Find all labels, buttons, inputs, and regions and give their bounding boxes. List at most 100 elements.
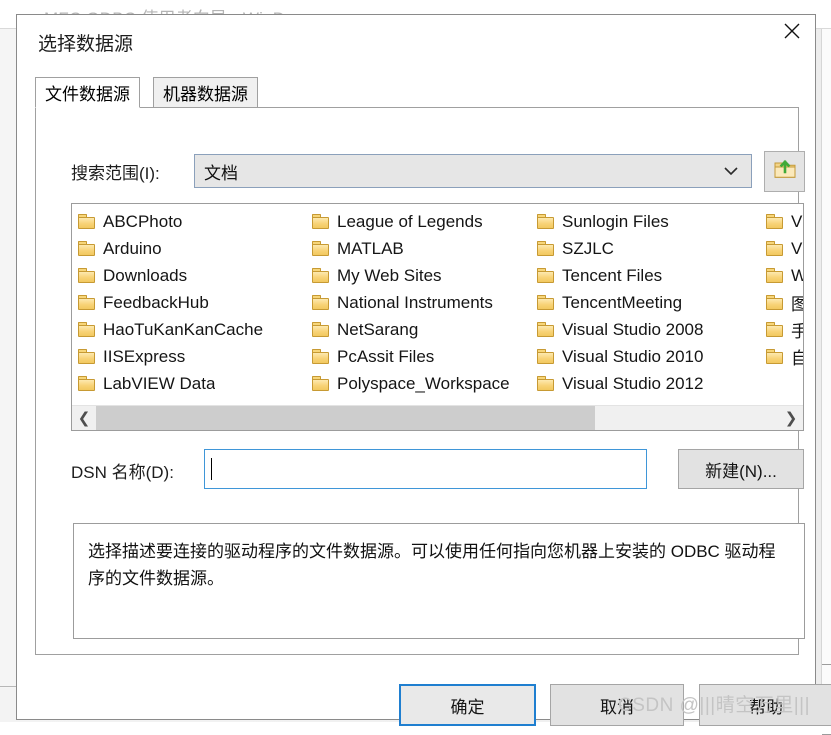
scrollbar-track[interactable] xyxy=(96,406,779,430)
tab-strip: 文件数据源 机器数据源 xyxy=(35,77,799,109)
list-item-label: MATLAB xyxy=(337,238,404,258)
cancel-button[interactable]: 取消 xyxy=(550,684,684,726)
folder-icon xyxy=(537,241,554,256)
folder-icon xyxy=(537,349,554,364)
list-item[interactable]: SZJLC xyxy=(537,235,760,262)
folder-icon xyxy=(312,268,329,283)
list-item[interactable]: 自定 xyxy=(766,343,803,370)
dsn-name-input[interactable] xyxy=(204,449,647,489)
list-item-label: NetSarang xyxy=(337,319,419,339)
dialog-title: 选择数据源 xyxy=(38,34,134,55)
tab-label: 机器数据源 xyxy=(163,85,248,104)
folder-up-icon-button[interactable] xyxy=(764,151,805,192)
list-item-label: Visu xyxy=(791,211,803,231)
list-item[interactable]: PcAssit Files xyxy=(312,343,531,370)
list-item[interactable]: My Web Sites xyxy=(312,262,531,289)
chevron-right-icon[interactable]: ❯ xyxy=(779,406,803,430)
folder-icon xyxy=(537,322,554,337)
list-item-label: Visual Studio 2008 xyxy=(562,319,704,339)
folder-icon xyxy=(537,295,554,310)
list-item[interactable]: Arduino xyxy=(78,235,306,262)
folder-icon xyxy=(766,268,783,283)
list-item[interactable]: League of Legends xyxy=(312,208,531,235)
list-item-label: Downloads xyxy=(103,265,188,285)
folder-icon xyxy=(537,214,554,229)
folder-icon xyxy=(78,322,95,337)
list-item-label: IISExpress xyxy=(103,346,186,366)
list-item[interactable]: Downloads xyxy=(78,262,306,289)
list-item[interactable]: Polyspace_Workspace xyxy=(312,370,531,397)
list-item-label: 图形 xyxy=(791,290,803,315)
list-item[interactable]: MATLAB xyxy=(312,235,531,262)
folder-icon xyxy=(78,241,95,256)
new-button-label: 新建(N)... xyxy=(705,461,777,481)
list-item-label: Polyspace_Workspace xyxy=(337,373,510,393)
help-button-label: 帮助 xyxy=(749,697,783,717)
dialog-titlebar: 选择数据源 xyxy=(17,15,815,65)
tab-label: 文件数据源 xyxy=(45,85,130,104)
list-item[interactable]: LabVIEW Data xyxy=(78,370,306,397)
list-item-label: Visual Studio 2010 xyxy=(562,346,704,366)
list-item-label: Arduino xyxy=(103,238,162,258)
list-item[interactable]: National Instruments xyxy=(312,289,531,316)
folder-icon xyxy=(78,214,95,229)
list-item[interactable]: 图形 xyxy=(766,289,803,316)
list-item[interactable]: Visual Studio 2012 xyxy=(537,370,760,397)
folder-icon xyxy=(766,322,783,337)
list-item[interactable]: HaoTuKanKanCache xyxy=(78,316,306,343)
folder-icon xyxy=(78,295,95,310)
list-item[interactable]: Win xyxy=(766,262,803,289)
folder-icon xyxy=(766,349,783,364)
folder-icon xyxy=(537,268,554,283)
description-text: 选择描述要连接的驱动程序的文件数据源。可以使用任何指向您机器上安装的 ODBC … xyxy=(88,542,776,589)
list-item-label: League of Legends xyxy=(337,211,483,231)
list-item[interactable]: 手机 xyxy=(766,316,803,343)
list-item[interactable]: Visual Studio 2010 xyxy=(537,343,760,370)
list-item[interactable]: Visual Studio 2008 xyxy=(537,316,760,343)
list-item-label: Win xyxy=(791,266,803,286)
list-item-label: Tencent Files xyxy=(562,265,663,285)
ok-button-label: 确定 xyxy=(450,697,485,717)
look-in-value: 文档 xyxy=(204,163,238,183)
folder-icon xyxy=(312,376,329,391)
list-item-label: PcAssit Files xyxy=(337,346,435,366)
scrollbar-thumb[interactable] xyxy=(96,406,595,430)
horizontal-scrollbar[interactable]: ❮ ❯ xyxy=(72,405,803,430)
list-item[interactable]: IISExpress xyxy=(78,343,306,370)
folder-icon xyxy=(78,268,95,283)
tab-machine-data-source[interactable]: 机器数据源 xyxy=(153,77,258,108)
list-item[interactable]: ABCPhoto xyxy=(78,208,306,235)
list-item-label: My Web Sites xyxy=(337,265,442,285)
ok-button[interactable]: 确定 xyxy=(399,684,536,726)
tab-file-data-source[interactable]: 文件数据源 xyxy=(35,77,140,108)
list-item[interactable]: FeedbackHub xyxy=(78,289,306,316)
list-item[interactable]: Tencent Files xyxy=(537,262,760,289)
folder-icon xyxy=(312,214,329,229)
list-item[interactable]: Visu xyxy=(766,208,803,235)
list-item-label: HaoTuKanKanCache xyxy=(103,319,264,339)
file-list-column: Sunlogin Files SZJLC Tencent Files Tence… xyxy=(531,208,760,400)
folder-icon xyxy=(766,214,783,229)
list-item[interactable]: Sunlogin Files xyxy=(537,208,760,235)
chevron-down-icon xyxy=(723,166,739,176)
new-button[interactable]: 新建(N)... xyxy=(678,449,804,489)
list-item-label: TencentMeeting xyxy=(562,292,683,312)
help-button[interactable]: 帮助 xyxy=(699,684,831,726)
background-right-edge xyxy=(821,28,831,735)
look-in-combobox[interactable]: 文档 xyxy=(194,154,752,188)
list-item[interactable]: Visu xyxy=(766,235,803,262)
folder-icon xyxy=(537,376,554,391)
file-list-column: ABCPhoto Arduino Downloads FeedbackHub H… xyxy=(72,208,306,400)
list-item[interactable]: TencentMeeting xyxy=(537,289,760,316)
close-icon[interactable] xyxy=(769,15,815,47)
list-item-label: SZJLC xyxy=(562,238,614,258)
file-list-column: League of Legends MATLAB My Web Sites Na… xyxy=(306,208,531,400)
look-in-label: 搜索范围(I): xyxy=(71,164,160,183)
chevron-left-icon[interactable]: ❮ xyxy=(72,406,96,430)
file-data-source-list[interactable]: ABCPhoto Arduino Downloads FeedbackHub H… xyxy=(71,203,804,431)
folder-icon xyxy=(766,295,783,310)
list-item-label: ABCPhoto xyxy=(103,211,183,231)
dsn-name-label: DSN 名称(D): xyxy=(71,463,174,482)
list-item-label: Sunlogin Files xyxy=(562,211,669,231)
list-item[interactable]: NetSarang xyxy=(312,316,531,343)
